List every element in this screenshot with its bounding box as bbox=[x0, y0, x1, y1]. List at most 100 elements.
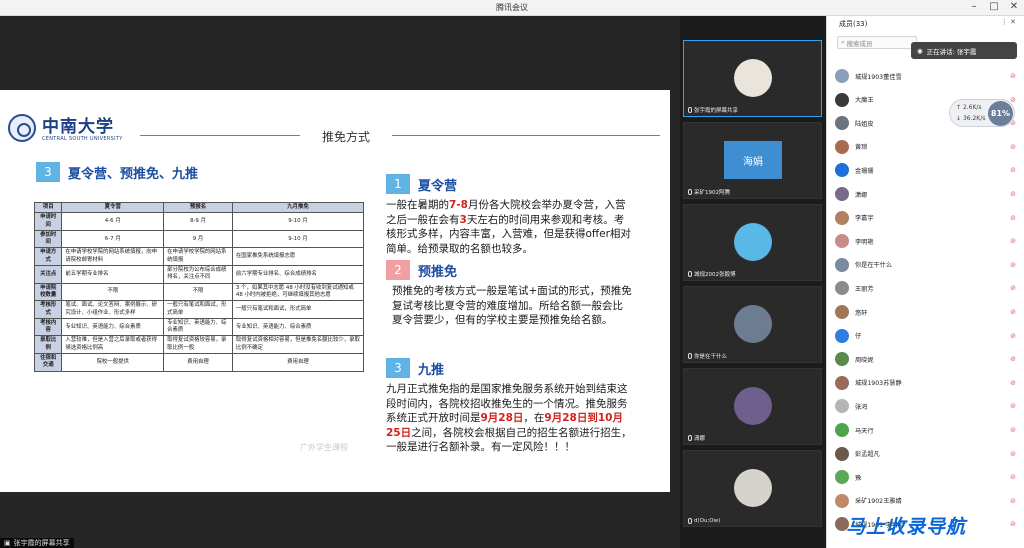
video-caption: 城规2002张毅博 bbox=[688, 270, 736, 278]
muted-mic-icon[interactable]: ⊘ bbox=[1007, 261, 1019, 269]
participant-name: 城规2002张毅博 bbox=[694, 272, 736, 278]
muted-mic-icon[interactable]: ⊘ bbox=[1007, 426, 1019, 434]
muted-mic-icon[interactable]: ⊘ bbox=[1007, 237, 1019, 245]
table-cell: 在申请学校学院的网站系统填报，向申请院校邮寄材料 bbox=[61, 247, 165, 267]
video-tile[interactable]: 海娟 采矿1902阿腾 bbox=[683, 122, 822, 199]
section-number: 1 bbox=[386, 174, 410, 194]
panel-controls[interactable]: ⋮ ✕ bbox=[1001, 18, 1016, 26]
table-cell: 一般只有笔试和面试，形式简单 bbox=[163, 300, 233, 319]
table-header-cell: 项目 bbox=[33, 201, 63, 214]
member-row[interactable]: 你是在干什么 ⊘ bbox=[835, 256, 1019, 274]
section-title: 夏令营、预推免、九推 bbox=[68, 166, 199, 182]
avatar bbox=[734, 469, 772, 507]
video-caption: 采矿1902阿腾 bbox=[688, 188, 730, 196]
member-row[interactable]: 马天行 ⊘ bbox=[835, 421, 1019, 439]
minimize-icon[interactable]: – bbox=[966, 1, 982, 12]
member-row[interactable]: 黄琅 ⊘ bbox=[835, 138, 1019, 156]
network-gauge: 81% bbox=[988, 101, 1013, 126]
member-name: 马天行 bbox=[855, 427, 874, 435]
member-row[interactable]: 张鸿 ⊘ bbox=[835, 397, 1019, 415]
table-cell: 入营较难，但是入营之后录取或者获得候选资格比例高 bbox=[61, 335, 165, 355]
speaker-icon: ◉ bbox=[917, 46, 923, 55]
member-name: 张鸿 bbox=[855, 403, 868, 411]
video-caption: 你是在干什么 bbox=[688, 352, 727, 360]
video-tile[interactable]: 潇娜 bbox=[683, 368, 822, 445]
mic-icon bbox=[688, 353, 692, 359]
member-search-input[interactable]: ⌕ 搜索成员 bbox=[837, 36, 917, 49]
member-row[interactable]: 周晓妮 ⊘ bbox=[835, 350, 1019, 368]
member-name: 采矿1902王雅婧 bbox=[855, 498, 902, 506]
table-header-row: 项目 夏令营 预报名 九月推免 bbox=[33, 201, 365, 214]
member-avatar bbox=[835, 210, 849, 225]
member-row[interactable]: 城规1903苏慧静 ⊘ bbox=[835, 374, 1019, 392]
comparison-table: 项目 夏令营 预报名 九月推免 申请时间 4-6 月 8-9 月 9-10 月参加时间 6-7… bbox=[33, 201, 365, 372]
member-name: 仔 bbox=[855, 333, 862, 341]
september-recommend-text: 九月正式推免指的是国家推免服务系统开始到结束这段时间内，各院校招收推免生的一个情… bbox=[386, 382, 632, 455]
muted-mic-icon[interactable]: ⊘ bbox=[1007, 379, 1019, 387]
member-name: 你是在干什么 bbox=[855, 262, 893, 270]
shared-screen: 中南大学 CENTRAL SOUTH UNIVERSITY 推免方式 3 夏令营… bbox=[0, 16, 680, 548]
member-name: 城规1903苏慧静 bbox=[855, 380, 902, 388]
member-row[interactable]: 李嘉宇 ⊘ bbox=[835, 209, 1019, 227]
video-tile[interactable]: d(Ou;Ow) bbox=[683, 450, 822, 527]
member-avatar bbox=[835, 92, 849, 107]
avatar bbox=[734, 305, 772, 343]
muted-mic-icon[interactable]: ⊘ bbox=[1007, 284, 1019, 292]
row-key-cell: 申请方式 bbox=[33, 247, 63, 267]
muted-mic-icon[interactable]: ⊘ bbox=[1007, 166, 1019, 174]
muted-mic-icon[interactable]: ⊘ bbox=[1007, 520, 1019, 528]
video-tile[interactable]: 你是在干什么 bbox=[683, 286, 822, 363]
table-cell: 在国家推免系统填报志愿 bbox=[231, 247, 365, 267]
member-row[interactable]: 豫 ⊘ bbox=[835, 468, 1019, 486]
member-avatar bbox=[835, 423, 849, 437]
member-row[interactable]: 金珊珊 ⊘ bbox=[835, 161, 1019, 179]
text-run: ，在 bbox=[523, 412, 545, 424]
muted-mic-icon[interactable]: ⊘ bbox=[1007, 355, 1019, 363]
muted-mic-icon[interactable]: ⊘ bbox=[1007, 72, 1019, 80]
maximize-icon[interactable]: □ bbox=[986, 1, 1002, 12]
member-row[interactable]: 悠轩 ⊘ bbox=[835, 303, 1019, 321]
row-key-cell: 考核形式 bbox=[33, 300, 63, 319]
table-row: 申请方式 在申请学校学院的网站系统填报，向申请院校邮寄材料 在申请学校学院的网站系统… bbox=[33, 247, 365, 267]
member-row[interactable]: 采矿1902王雅婧 ⊘ bbox=[835, 492, 1019, 510]
member-row[interactable]: 彭孟超凡 ⊘ bbox=[835, 445, 1019, 463]
members-panel: 成员(33) ⋮ ✕ ⌕ 搜索成员 ◉ 正在讲话: 张宇霞 城规1903董佳雪 ⊘ 大魔… bbox=[826, 16, 1024, 548]
member-row[interactable]: 仔 ⊘ bbox=[835, 327, 1019, 345]
pre-recommend-text: 预推免的考核方式一般是笔试+面试的形式，预推免复试考核比夏令营的难度增加。所给名… bbox=[392, 285, 632, 326]
muted-mic-icon[interactable]: ⊘ bbox=[1007, 308, 1019, 316]
member-avatar bbox=[835, 139, 849, 154]
muted-mic-icon[interactable]: ⊘ bbox=[1007, 402, 1019, 410]
row-key-cell: 考核内容 bbox=[33, 317, 63, 337]
mic-icon bbox=[688, 271, 692, 277]
muted-mic-icon[interactable]: ⊘ bbox=[1007, 332, 1019, 340]
table-body: 申请时间 4-6 月 8-9 月 9-10 月参加时间 6-7 月9 月 9-10 月申请… bbox=[33, 212, 365, 372]
member-avatar bbox=[835, 234, 849, 249]
video-tile[interactable]: 张宇霞的屏幕共享 bbox=[683, 40, 822, 117]
logo-text-cn: 中南大学 bbox=[42, 117, 114, 137]
member-row[interactable]: 王丽芳 ⊘ bbox=[835, 279, 1019, 297]
muted-mic-icon[interactable]: ⊘ bbox=[1007, 190, 1019, 198]
member-avatar bbox=[835, 116, 849, 131]
member-row[interactable]: 李明艳 ⊘ bbox=[835, 232, 1019, 250]
muted-mic-icon[interactable]: ⊘ bbox=[1007, 143, 1019, 151]
close-icon[interactable]: ✕ bbox=[1006, 1, 1022, 12]
upload-rate: ↑ 2.6K/s bbox=[956, 104, 982, 111]
section-heading-3: 3 夏令营、预推免、九推 bbox=[36, 162, 198, 182]
participant-name: 你是在干什么 bbox=[694, 354, 728, 360]
muted-mic-icon[interactable]: ⊘ bbox=[1007, 473, 1019, 481]
video-tile[interactable]: 城规2002张毅博 bbox=[683, 204, 822, 281]
speaking-text: 正在讲话: 张宇霞 bbox=[926, 47, 977, 56]
member-avatar bbox=[835, 470, 849, 485]
participant-name: 张宇霞的屏幕共享 bbox=[694, 108, 739, 114]
muted-mic-icon[interactable]: ⊘ bbox=[1007, 497, 1019, 505]
member-row[interactable]: 城规1903董佳雪 ⊘ bbox=[835, 67, 1019, 85]
member-avatar bbox=[835, 493, 849, 508]
table-cell: 4-6 月 bbox=[61, 212, 165, 231]
member-name: 周晓妮 bbox=[855, 356, 874, 364]
download-value: 36.2K/s bbox=[962, 115, 986, 122]
muted-mic-icon[interactable]: ⊘ bbox=[1007, 450, 1019, 458]
table-cell: 费用自理 bbox=[231, 353, 365, 372]
muted-mic-icon[interactable]: ⊘ bbox=[1007, 214, 1019, 222]
member-row[interactable]: 潇娜 ⊘ bbox=[835, 185, 1019, 203]
section-number: 3 bbox=[36, 162, 60, 182]
